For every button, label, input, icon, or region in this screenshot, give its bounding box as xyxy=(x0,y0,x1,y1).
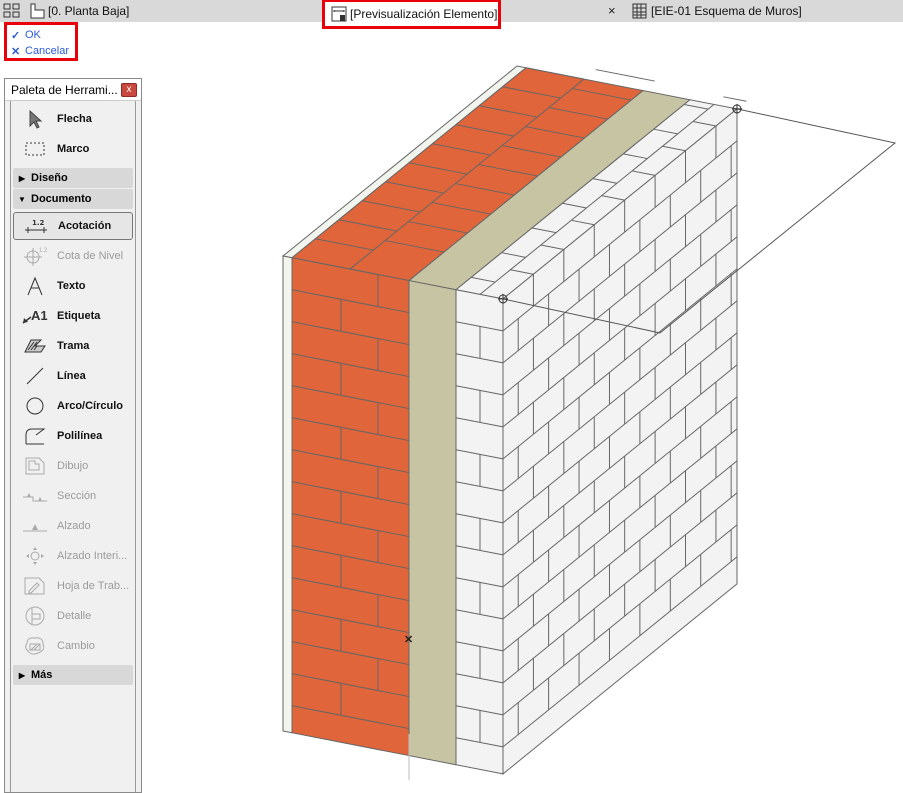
front-insulation xyxy=(408,279,457,766)
wall-3d-preview[interactable]: ✕ xyxy=(0,0,903,793)
brick-joint xyxy=(595,69,655,82)
node-marker-icon: ✕ xyxy=(404,634,413,646)
block-joint xyxy=(723,96,747,102)
front-brick xyxy=(291,257,410,757)
front-plaster xyxy=(282,255,293,734)
